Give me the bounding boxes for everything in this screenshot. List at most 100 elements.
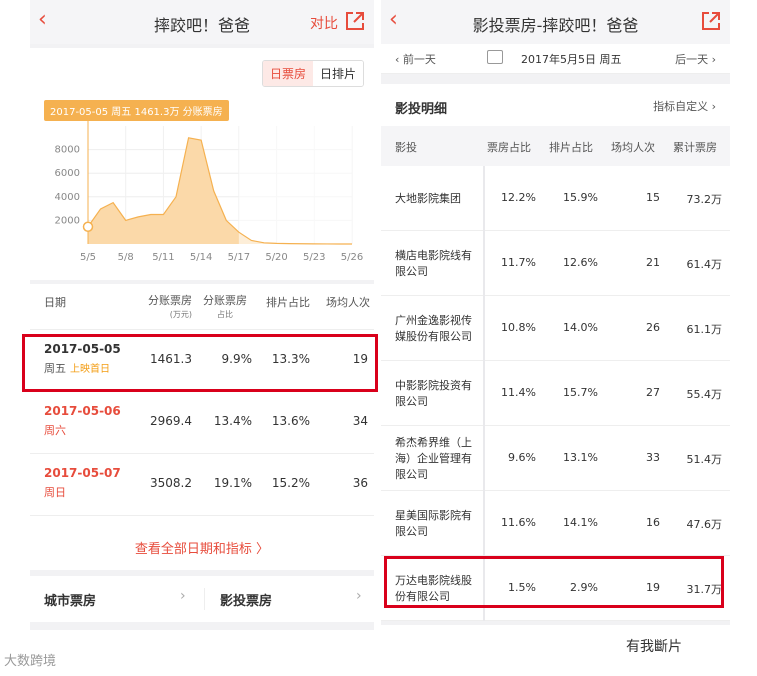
page-title: 影投票房-摔跤吧！爸爸 (472, 16, 639, 35)
cell-total: 73.2万 (686, 193, 723, 206)
section-title: 影投明细 (395, 102, 448, 117)
column-divider (483, 231, 485, 296)
header-box: 分账票房 (万元) (148, 294, 192, 319)
share-icon[interactable] (700, 10, 722, 32)
cell-schedule: 15.9% (563, 191, 598, 204)
row-date: 2017-05-07 (44, 466, 121, 480)
chart-toggle: 日票房 日排片 (261, 60, 364, 87)
x-tick-label: 5/20 (265, 252, 287, 263)
cinema-name: 希杰希界维（上海）企业管理有限公司 (395, 435, 472, 481)
row-schedule: 13.6% (271, 414, 310, 428)
cinema-box-office-link[interactable]: 影投票房 (220, 590, 272, 609)
row-avg: 36 (352, 476, 368, 490)
cinema-name: 星美国际影院有限公司 (395, 508, 472, 538)
daily-box-chart[interactable]: 2000 4000 6000 8000 5/5 5/8 5/11 5/14 5/17 5/20 5/… (30, 118, 374, 280)
table-row[interactable]: 2017-05-07 周日 3508.2 19.1% 15.2% 36 (30, 454, 374, 516)
cell-total: 61.4万 (686, 258, 723, 271)
table-row[interactable]: 中影影院投资有限公司 11.4% 15.7% 27 55.4万 (381, 361, 730, 426)
y-tick-label: 8000 (55, 145, 80, 156)
cell-box-share: 12.2% (501, 191, 536, 204)
row-avg: 34 (352, 414, 368, 428)
cell-avg: 26 (646, 321, 660, 334)
cell-schedule: 14.0% (563, 321, 598, 334)
row-day: 周日 (44, 486, 66, 499)
cell-schedule: 14.1% (563, 516, 598, 529)
tab-daily-box[interactable]: 日票房 (262, 61, 313, 86)
y-tick-label: 2000 (55, 215, 80, 226)
cell-schedule: 15.7% (563, 386, 598, 399)
y-tick-label: 4000 (55, 192, 80, 203)
table-header: 影投 票房占比 排片占比 场均人次 累计票房 (381, 126, 730, 166)
cinema-name: 广州金逸影视传媒股份有限公司 (395, 313, 472, 343)
table-row[interactable]: 希杰希界维（上海）企业管理有限公司 9.6% 13.1% 33 51.4万 (381, 426, 730, 491)
table-row[interactable]: 横店电影院线有限公司 11.7% 12.6% 21 61.4万 (381, 231, 730, 296)
next-day-button[interactable]: 后一天 › (675, 51, 716, 67)
calendar-icon[interactable] (487, 50, 503, 64)
cell-schedule: 13.1% (563, 451, 598, 464)
table-row[interactable]: 广州金逸影视传媒股份有限公司 10.8% 14.0% 26 61.1万 (381, 296, 730, 361)
y-tick-label: 6000 (55, 168, 80, 179)
cinema-name: 大地影院集团 (395, 191, 461, 205)
nav-bar: ‹ 摔跤吧！爸爸 对比 (30, 0, 374, 44)
chevron-right-icon: › (356, 588, 362, 604)
column-divider (483, 426, 485, 491)
chevron-right-icon: › (180, 588, 186, 604)
view-all-link[interactable]: 查看全部日期和指标 〉 (30, 530, 374, 570)
x-tick-label: 5/8 (118, 252, 134, 263)
header-avg: 场均人次 (326, 296, 370, 309)
header-total: 累计票房 (673, 141, 717, 154)
tab-daily-schedule[interactable]: 日排片 (312, 61, 363, 86)
section-header: 影投明细 指标自定义 › (381, 84, 730, 126)
header-schedule: 排片占比 (266, 296, 310, 309)
row-box: 2969.4 (150, 414, 192, 428)
current-date[interactable]: 2017年5月5日 周五 (521, 51, 622, 67)
header-avg: 场均人次 (611, 141, 655, 154)
row-day: 周六 (44, 424, 66, 437)
cell-total: 61.1万 (686, 323, 723, 336)
cell-schedule: 12.6% (563, 256, 598, 269)
x-tick-label: 5/26 (341, 252, 363, 263)
column-divider (483, 361, 485, 426)
row-date: 2017-05-06 (44, 404, 121, 418)
table-row[interactable]: 大地影院集团 12.2% 15.9% 15 73.2万 (381, 166, 730, 231)
daily-table: 日期 分账票房 (万元) 分账票房 占比 排片占比 场均人次 2017-05-05 … (30, 284, 374, 568)
cell-total: 55.4万 (686, 388, 723, 401)
cell-avg: 15 (646, 191, 660, 204)
divider (204, 588, 205, 610)
box-office-chart-area: 日票房 日排片 2017-05-05 周五 1461.3万 分账票房 2000 4… (30, 48, 374, 280)
selected-point (82, 221, 94, 233)
column-divider (483, 166, 485, 231)
cell-avg: 27 (646, 386, 660, 399)
compare-button[interactable]: 对比 (310, 13, 338, 33)
cinema-name: 中影影院投资有限公司 (395, 378, 472, 408)
table-row[interactable]: 星美国际影院有限公司 11.6% 14.1% 16 47.6万 (381, 491, 730, 556)
left-screen: ‹ 摔跤吧！爸爸 对比 日票房 日排片 2017-05-05 周五 1461.3… (30, 0, 374, 630)
customize-metrics-button[interactable]: 指标自定义 › (653, 98, 716, 114)
row-schedule: 15.2% (271, 476, 310, 490)
header-name: 影投 (395, 141, 417, 154)
city-box-office-link[interactable]: 城市票房 (44, 590, 96, 609)
table-row[interactable]: 2017-05-06 周六 2969.4 13.4% 13.6% 34 (30, 392, 374, 454)
highlight-box-right (384, 556, 724, 608)
column-divider (483, 491, 485, 556)
row-share: 13.4% (213, 414, 252, 428)
header-date: 日期 (44, 296, 66, 309)
nav-bar: ‹ 影投票房-摔跤吧！爸爸 (381, 0, 730, 44)
cinema-table: 影投 票房占比 排片占比 场均人次 累计票房 大地影院集团 12.2% 15.9% 1… (381, 126, 730, 621)
cell-avg: 16 (646, 516, 660, 529)
header-schedule: 排片占比 (549, 141, 593, 154)
cell-box-share: 11.4% (501, 386, 536, 399)
column-divider (483, 296, 485, 361)
highlight-box-left (22, 334, 378, 392)
prev-day-button[interactable]: ‹ 前一天 (395, 51, 436, 67)
header-box-share: 票房占比 (487, 141, 531, 154)
cell-total: 47.6万 (686, 518, 723, 531)
date-bar: ‹ 前一天 2017年5月5日 周五 后一天 › (381, 44, 730, 74)
share-icon[interactable] (344, 10, 366, 32)
watermark-left: 大数跨境 (4, 654, 57, 669)
cell-box-share: 11.6% (501, 516, 536, 529)
cell-box-share: 11.7% (501, 256, 536, 269)
x-tick-label: 5/17 (228, 252, 250, 263)
row-box: 3508.2 (150, 476, 192, 490)
table-header: 日期 分账票房 (万元) 分账票房 占比 排片占比 场均人次 (30, 284, 374, 330)
